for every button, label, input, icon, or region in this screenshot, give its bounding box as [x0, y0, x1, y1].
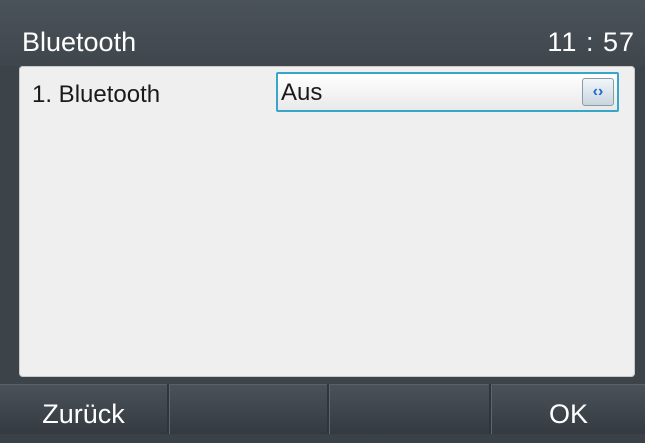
softkey-bar: Zurück OK: [0, 384, 645, 434]
softkey-3[interactable]: [329, 384, 489, 434]
softkey-2[interactable]: [169, 384, 327, 434]
softkey-ok[interactable]: OK: [491, 384, 645, 434]
settings-panel: 1. Bluetooth Aus ‹›: [19, 66, 635, 377]
clock: 11 : 57: [547, 27, 635, 57]
page-title: Bluetooth: [22, 27, 137, 57]
left-right-arrows-icon[interactable]: ‹›: [582, 78, 614, 106]
phone-screen: Bluetooth 11 : 57 1. Bluetooth Aus ‹› Zu…: [0, 0, 645, 434]
title-bar: Bluetooth 11 : 57: [0, 0, 645, 66]
bluetooth-setting-select[interactable]: Aus ‹›: [276, 72, 619, 112]
bluetooth-setting-value: Aus: [281, 79, 323, 106]
bluetooth-setting-label: 1. Bluetooth: [32, 81, 161, 108]
softkey-back[interactable]: Zurück: [0, 384, 167, 434]
